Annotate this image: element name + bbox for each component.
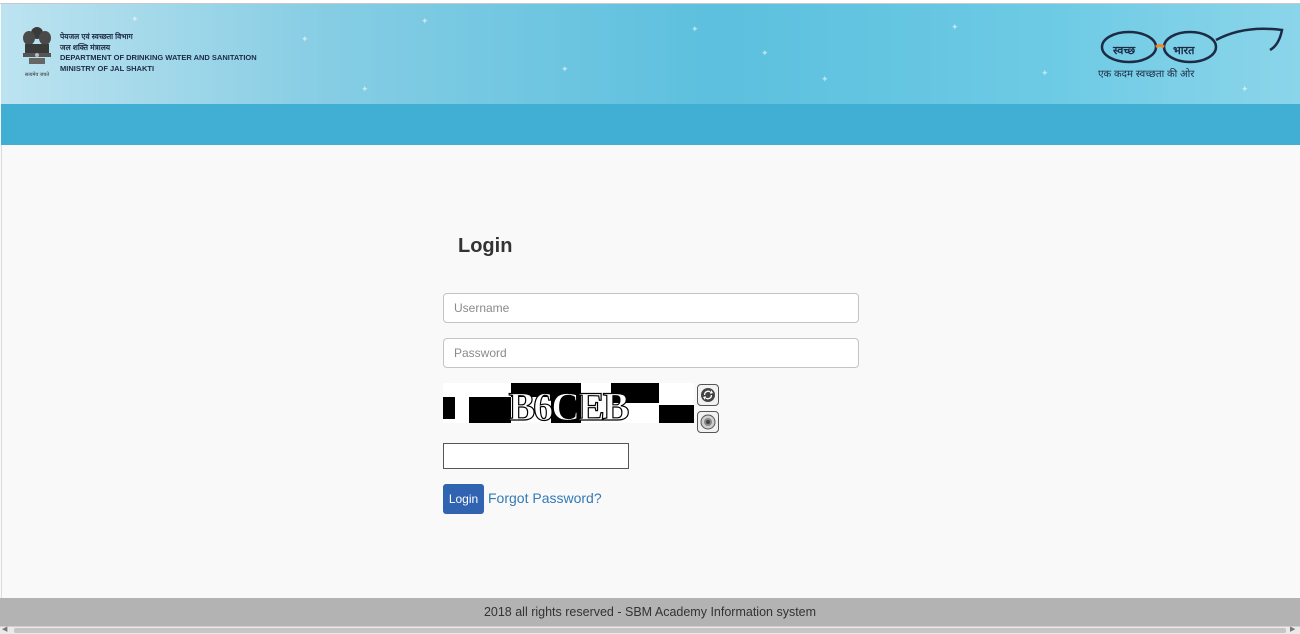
swachh-tagline: एक कदम स्वच्छता की ओर <box>1098 69 1195 80</box>
footer: 2018 all rights reserved - SBM Academy I… <box>0 598 1300 626</box>
captcha-image: B6CEB <box>443 383 694 423</box>
dept-line-hindi-1: पेयजल एवं स्वच्छता विभाग <box>60 32 133 41</box>
national-emblem-icon: सत्यमेव जयते <box>23 27 51 78</box>
footer-copyright-text: 2018 all rights reserved - SBM Academy I… <box>483 605 817 619</box>
refresh-icon <box>701 388 715 402</box>
password-input[interactable] <box>443 338 859 368</box>
bharat-word: भारत <box>1173 45 1195 57</box>
sparkle-decoration: ✦ <box>421 16 429 26</box>
username-input[interactable] <box>443 293 859 323</box>
scroll-right-arrow-icon[interactable]: ▶ <box>1290 625 1295 633</box>
main-content <box>1 145 1300 598</box>
sparkle-decoration: ✦ <box>1041 68 1049 78</box>
login-title: Login <box>458 235 513 257</box>
header-banner: ✦ ✦ ✦ ✦ ✦ ✦ ✦ ✦ ✦ ✦ ✦ सत्यमेव जयते पेयजल… <box>1 4 1300 104</box>
sparkle-decoration: ✦ <box>561 64 569 74</box>
sparkle-decoration: ✦ <box>301 34 309 44</box>
horizontal-scrollbar[interactable]: ◀ ▶ <box>0 626 1300 634</box>
dept-line-english-1: DEPARTMENT OF DRINKING WATER AND SANITAT… <box>60 53 257 62</box>
forgot-password-link[interactable]: Forgot Password? <box>488 490 602 506</box>
dept-line-hindi-2: जल शक्ति मंत्रालय <box>60 42 111 52</box>
audio-icon <box>700 414 716 430</box>
captcha-refresh-button[interactable] <box>697 384 719 406</box>
emblem-caption: सत्यमेव जयते <box>25 71 49 78</box>
scrollbar-thumb[interactable] <box>14 628 1286 633</box>
department-name-block: पेयजल एवं स्वच्छता विभाग जल शक्ति मंत्रा… <box>60 32 257 74</box>
sparkle-decoration: ✦ <box>761 48 769 58</box>
nav-bar <box>1 104 1300 145</box>
dept-line-english-2: MINISTRY OF JAL SHAKTI <box>60 63 155 73</box>
scroll-left-arrow-icon[interactable]: ◀ <box>2 625 7 633</box>
captcha-text: B6CEB <box>509 384 629 423</box>
sparkle-decoration: ✦ <box>361 84 369 94</box>
swachh-word: स्वच्छ <box>1113 45 1136 57</box>
sparkle-decoration: ✦ <box>821 74 829 84</box>
sparkle-decoration: ✦ <box>691 24 699 34</box>
sparkle-decoration: ✦ <box>131 14 139 24</box>
login-button[interactable]: Login <box>443 484 484 514</box>
captcha-answer-input[interactable] <box>443 443 629 469</box>
sparkle-decoration: ✦ <box>951 22 959 32</box>
captcha-audio-button[interactable] <box>697 411 719 433</box>
